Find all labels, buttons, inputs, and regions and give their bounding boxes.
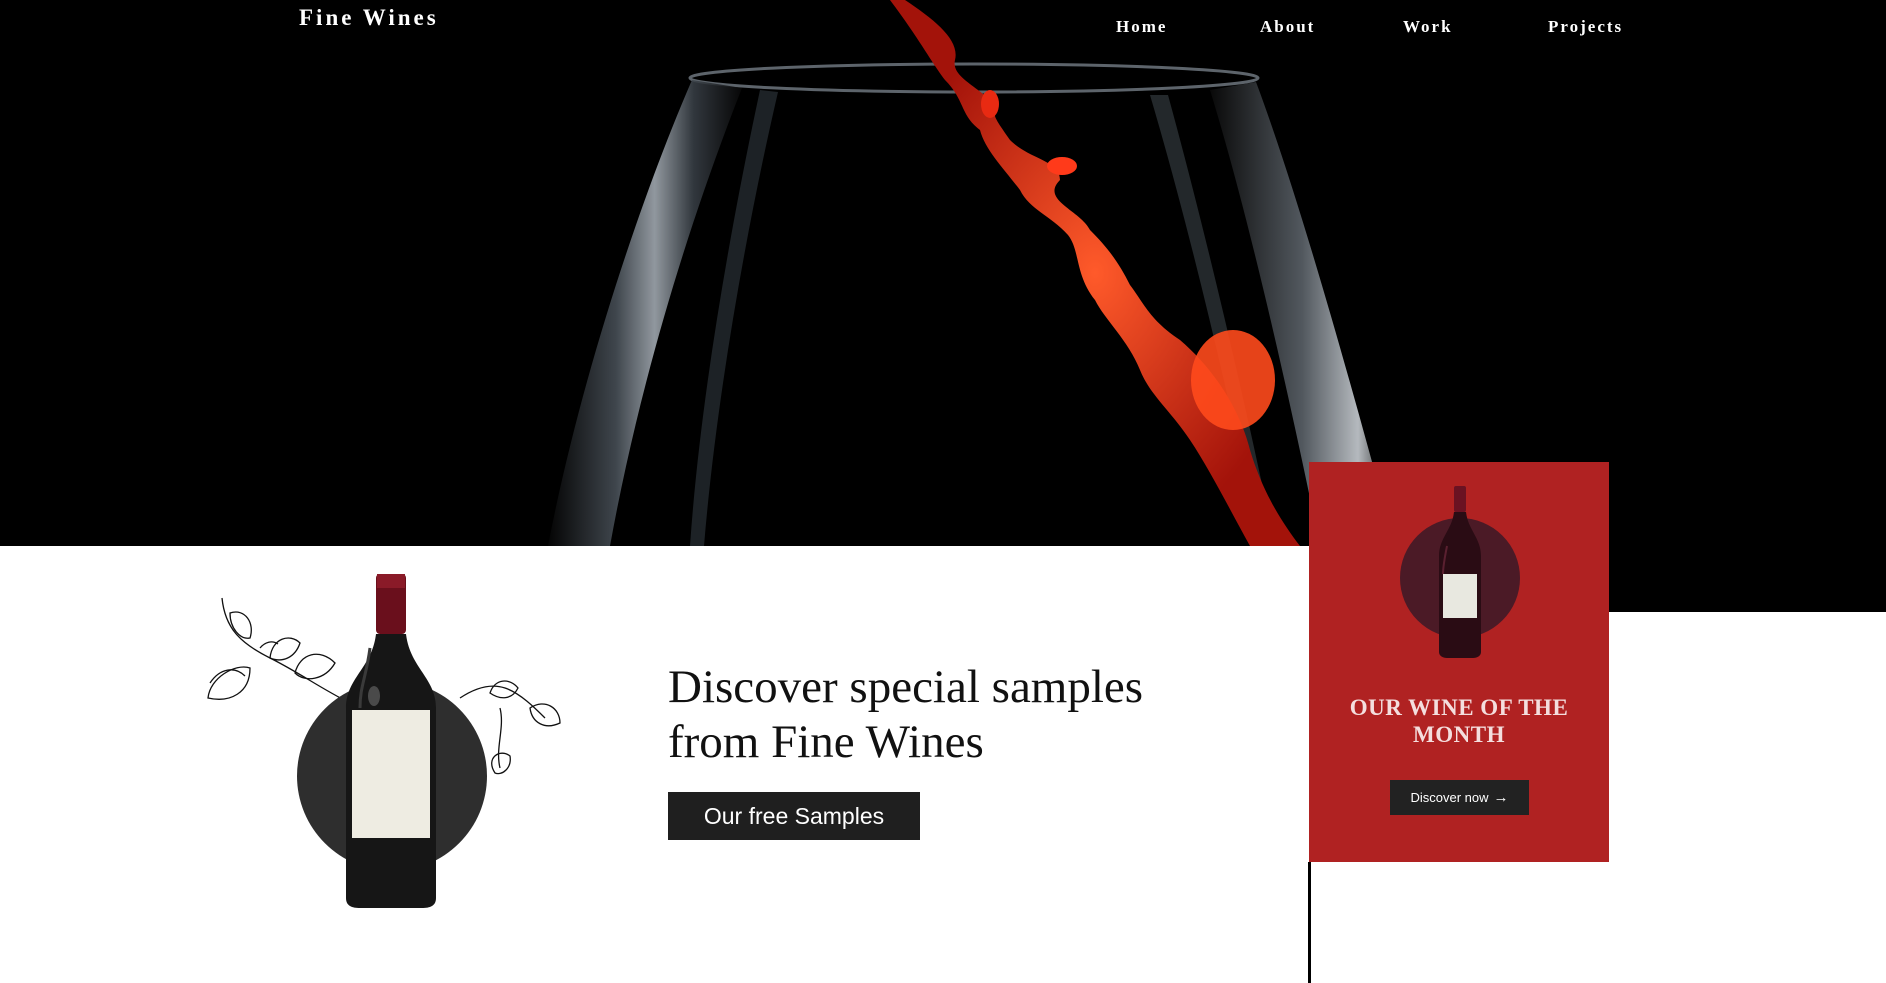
wine-of-month-title-line2: MONTH	[1413, 722, 1505, 747]
nav-projects[interactable]: Projects	[1548, 17, 1623, 37]
promo-headline-line2: from Fine Wines	[668, 716, 984, 768]
main-nav: Home About Work Projects	[1100, 17, 1660, 41]
featured-wine-bottle-image	[1400, 486, 1520, 658]
discover-now-button[interactable]: Discover now →	[1390, 780, 1529, 815]
nav-about[interactable]: About	[1260, 17, 1315, 37]
promo-headline: Discover special samples from Fine Wines	[668, 660, 1228, 770]
nav-home[interactable]: Home	[1116, 17, 1167, 37]
promo-headline-line1: Discover special samples	[668, 661, 1144, 713]
wine-of-month-title: OUR WINE OF THE MONTH	[1309, 694, 1609, 748]
section-divider	[1308, 862, 1311, 983]
wine-bottle-illustration	[200, 568, 580, 913]
arrow-right-icon: →	[1493, 789, 1509, 806]
free-samples-button[interactable]: Our free Samples	[668, 792, 920, 840]
wine-of-month-card: OUR WINE OF THE MONTH Discover now →	[1309, 462, 1609, 862]
wine-of-month-title-line1: OUR WINE OF THE	[1349, 695, 1569, 720]
discover-now-label: Discover now	[1410, 790, 1489, 805]
nav-work[interactable]: Work	[1403, 17, 1453, 37]
brand-logo[interactable]: Fine Wines	[299, 5, 439, 31]
